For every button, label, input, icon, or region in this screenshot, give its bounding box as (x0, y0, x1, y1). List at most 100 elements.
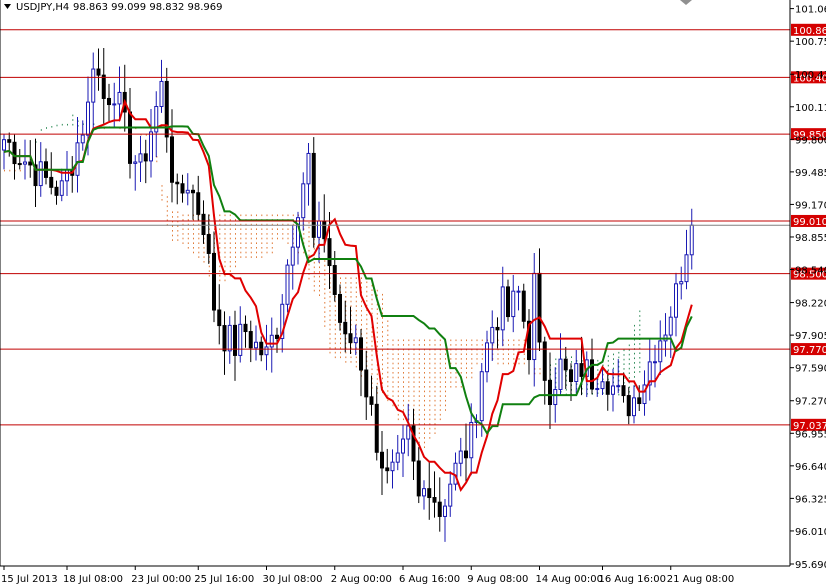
cloud-dot (429, 376, 431, 379)
cloud-dot (639, 333, 641, 336)
cloud-dot (355, 319, 357, 321)
cloud-dot (313, 285, 315, 287)
candle-body (301, 183, 306, 219)
candle-body (206, 234, 211, 254)
cloud-dot (639, 343, 641, 345)
cloud-dot (392, 362, 394, 365)
cloud-dot (518, 362, 520, 365)
cloud-dot (445, 399, 446, 402)
cloud-dot (418, 376, 420, 379)
cloud-dot (172, 239, 173, 241)
candle-body (107, 97, 111, 106)
chart-background (0, 0, 826, 586)
candle-body (390, 461, 395, 472)
cloud-dot (319, 280, 320, 283)
cloud-dot (308, 263, 310, 266)
cloud-dot (229, 270, 231, 272)
cloud-dot (350, 300, 352, 303)
cloud-dot (371, 354, 373, 357)
cloud-dot (340, 337, 341, 340)
cloud-dot (371, 289, 373, 291)
cloud-dot (471, 372, 473, 374)
cloud-dot (613, 353, 614, 356)
cloud-dot (366, 341, 368, 344)
cloud-dot (418, 358, 420, 360)
cloud-dot (235, 237, 236, 240)
cloud-dot (187, 237, 189, 240)
cloud-dot (187, 233, 189, 235)
cloud-dot (329, 351, 331, 354)
candle-body (332, 265, 337, 295)
cloud-dot (429, 367, 431, 369)
y-tick-label: 96.640 (795, 462, 826, 473)
candlestick-chart[interactable]: 100.860100.40099.85099.01098.50097.77097… (0, 0, 826, 586)
cloud-dot (382, 359, 383, 361)
candle-body (679, 281, 684, 285)
cloud-dot (240, 214, 242, 217)
cloud-dot (445, 386, 446, 388)
candle-body (254, 341, 258, 349)
cloud-dot (198, 247, 200, 249)
cloud-dot (476, 358, 478, 360)
cloud-dot (397, 386, 399, 388)
cloud-dot (424, 413, 425, 416)
cloud-dot (413, 358, 415, 360)
level-label: 97.770 (793, 345, 826, 356)
cloud-dot (424, 395, 425, 397)
cloud-dot (313, 280, 315, 283)
cloud-dot (229, 247, 231, 249)
cloud-dot (513, 339, 515, 342)
cloud-dot (607, 364, 609, 367)
cloud-dot (345, 356, 347, 359)
cloud-dot (382, 363, 383, 366)
cloud-dot (9, 169, 11, 172)
cloud-dot (355, 296, 357, 298)
cloud-dot (439, 367, 441, 369)
cloud-dot (382, 298, 383, 301)
cloud-dot (513, 353, 515, 355)
cloud-dot (424, 390, 425, 393)
cloud-dot (355, 300, 357, 303)
cloud-dot (508, 362, 509, 365)
cloud-dot (172, 211, 173, 213)
cloud-dot (639, 366, 641, 368)
cloud-dot (539, 372, 541, 375)
cloud-dot (277, 228, 278, 230)
cloud-dot (413, 404, 415, 407)
cloud-dot (187, 228, 189, 230)
cloud-dot (413, 395, 415, 397)
cloud-dot (466, 353, 467, 355)
candle-body (2, 139, 6, 151)
cloud-dot (403, 367, 404, 369)
cloud-dot (345, 361, 347, 363)
cloud-dot (429, 344, 431, 346)
candle-body (385, 467, 390, 472)
cloud-dot (634, 376, 635, 378)
cloud-dot (245, 214, 247, 217)
cloud-dot (177, 230, 179, 232)
cloud-dot (639, 310, 641, 313)
cloud-dot (308, 240, 310, 243)
cloud-dot (434, 390, 436, 393)
cloud-dot (329, 314, 331, 317)
cloud-dot (282, 214, 284, 217)
candle-body (595, 388, 600, 391)
cloud-dot (518, 344, 520, 346)
cloud-dot (523, 358, 525, 360)
cloud-dot (424, 437, 425, 439)
candle-body (605, 381, 610, 395)
cloud-dot (250, 228, 252, 230)
cloud-dot (628, 344, 630, 347)
y-tick-label: 101.065 (795, 5, 826, 16)
cloud-dot (623, 349, 625, 352)
cloud-dot (445, 404, 446, 407)
cloud-dot (502, 358, 504, 360)
cloud-dot (434, 362, 436, 365)
cloud-dot (219, 242, 221, 244)
cloud-dot (639, 361, 641, 364)
cloud-dot (182, 228, 184, 230)
candle-body (101, 74, 106, 99)
cloud-dot (350, 296, 352, 298)
cloud-dot (208, 270, 210, 272)
y-tick-label: 99.800 (795, 135, 826, 146)
